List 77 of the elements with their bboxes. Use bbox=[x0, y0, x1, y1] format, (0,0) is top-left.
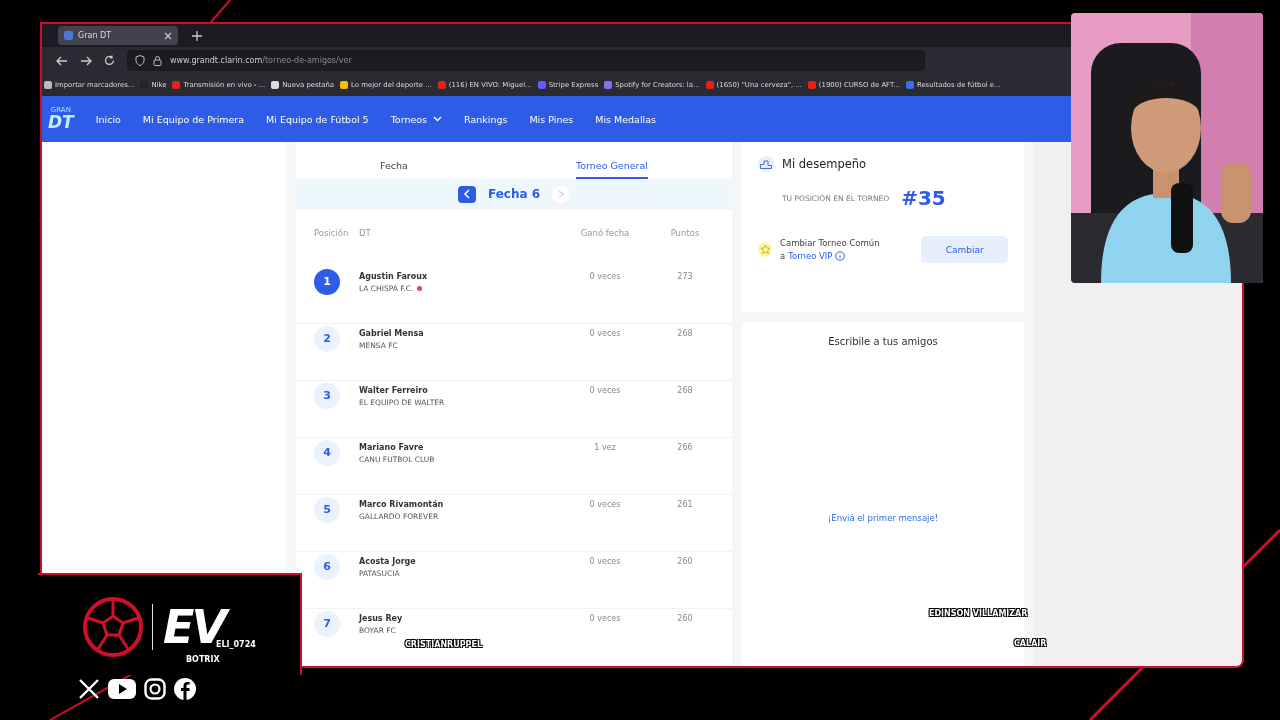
column-header: DT bbox=[359, 227, 372, 238]
points-cell-text: 268 bbox=[676, 385, 694, 395]
star-icon bbox=[758, 242, 772, 257]
points-cell-text: 266 bbox=[676, 442, 694, 452]
wins-cell-text: 1 vez bbox=[593, 442, 617, 452]
podium-icon bbox=[758, 156, 774, 172]
nav-link[interactable]: Rankings bbox=[464, 113, 508, 125]
column-header: Puntos bbox=[669, 227, 701, 238]
position-badge: 2 bbox=[314, 325, 340, 352]
wins-cell-text: 0 veces bbox=[588, 385, 622, 395]
url-text: www.grandt.clarin.com/torneo-de-amigos/ver bbox=[170, 56, 352, 65]
points-cell-text: 273 bbox=[676, 271, 694, 281]
viewer-name: EDINSON VILLAMIZAR bbox=[929, 609, 1028, 618]
info-icon[interactable] bbox=[835, 251, 846, 261]
coach-name: Jesus Rey bbox=[359, 613, 404, 623]
previous-button[interactable] bbox=[457, 186, 476, 203]
coach-name: Walter Ferreiro bbox=[359, 385, 429, 395]
tab-title: Gran DT bbox=[78, 31, 113, 40]
position-value: #35 bbox=[901, 186, 946, 210]
points-cell-text: 260 bbox=[676, 613, 694, 623]
viewer-name: CRISTIANRUPPEL bbox=[405, 640, 483, 649]
position-badge: 7 bbox=[314, 610, 340, 637]
position-badge: 3 bbox=[314, 382, 340, 409]
address-bar[interactable]: www.grandt.clarin.com/torneo-de-amigos/ver bbox=[127, 50, 925, 71]
chevron-left-icon bbox=[462, 189, 471, 200]
youtube-icon bbox=[108, 678, 136, 700]
change-text: a bbox=[780, 251, 786, 261]
position-badge: 4 bbox=[314, 439, 340, 466]
viewer-name: CALAIR bbox=[1014, 639, 1047, 648]
chevron-down-icon bbox=[433, 116, 443, 122]
points-cell-text: 260 bbox=[676, 556, 694, 566]
back-icon[interactable] bbox=[56, 55, 68, 66]
points-cell-text: 268 bbox=[676, 328, 694, 338]
bot-name: BOTRIX bbox=[186, 655, 220, 664]
change-button[interactable]: Cambiar bbox=[921, 236, 1008, 263]
wins-cell-text: 0 veces bbox=[588, 613, 622, 623]
nav-link[interactable]: Torneos bbox=[390, 113, 443, 125]
close-icon[interactable] bbox=[164, 31, 172, 40]
position-badge: 6 bbox=[314, 553, 340, 580]
new-tab-icon[interactable] bbox=[192, 30, 202, 41]
shield-icon bbox=[135, 55, 145, 66]
round-title: Fecha 6 bbox=[487, 187, 541, 202]
coach-name: Acosta Jorge bbox=[359, 556, 417, 566]
coach-name: Gabriel Mensa bbox=[359, 328, 425, 338]
coach-name: Mariano Favre bbox=[359, 442, 425, 452]
chevron-right-icon bbox=[558, 190, 565, 199]
browser-tab[interactable]: Gran DT bbox=[58, 26, 178, 45]
coach-name: Agustin Faroux bbox=[359, 271, 429, 281]
facebook-icon bbox=[174, 678, 196, 700]
first-message-link[interactable]: ¡Enviá el primer mensaje! bbox=[827, 513, 939, 523]
points-cell-text: 261 bbox=[676, 499, 694, 509]
position-badge: 1 bbox=[314, 268, 340, 295]
change-text: Cambiar Torneo Común bbox=[780, 238, 881, 248]
position-badge: 5 bbox=[314, 496, 340, 523]
nav-link[interactable]: Mi Equipo de Fútbol 5 bbox=[266, 113, 369, 125]
card-title: Escribile a tus amigos bbox=[828, 336, 938, 347]
nav-link[interactable]: Mis Pines bbox=[529, 113, 574, 125]
column-header: Posición bbox=[313, 227, 350, 238]
standings-tab[interactable]: Fecha bbox=[380, 159, 408, 179]
instagram-icon bbox=[144, 678, 166, 700]
wins-cell-text: 0 veces bbox=[588, 499, 622, 509]
vip-link[interactable]: Torneo VIP bbox=[788, 251, 833, 261]
coach-name: Marco Rivamontán bbox=[359, 499, 445, 509]
column-header: Ganó fecha bbox=[579, 227, 631, 238]
soccer-ball-icon bbox=[82, 596, 144, 658]
nav-link[interactable]: Inicio bbox=[95, 113, 121, 125]
forward-icon[interactable] bbox=[80, 55, 92, 66]
card-title: Mi desempeño bbox=[782, 157, 867, 171]
reload-icon[interactable] bbox=[104, 55, 115, 66]
wins-cell-text: 0 veces bbox=[588, 271, 622, 281]
wins-cell-text: 0 veces bbox=[588, 328, 622, 338]
x-icon bbox=[78, 678, 100, 700]
site-icon bbox=[64, 31, 73, 40]
wins-cell-text: 0 veces bbox=[588, 556, 622, 566]
lock-icon bbox=[153, 55, 162, 66]
nav-link[interactable]: Mi Equipo de Primera bbox=[142, 113, 245, 125]
nav-link[interactable]: Mis Medallas bbox=[595, 113, 656, 125]
